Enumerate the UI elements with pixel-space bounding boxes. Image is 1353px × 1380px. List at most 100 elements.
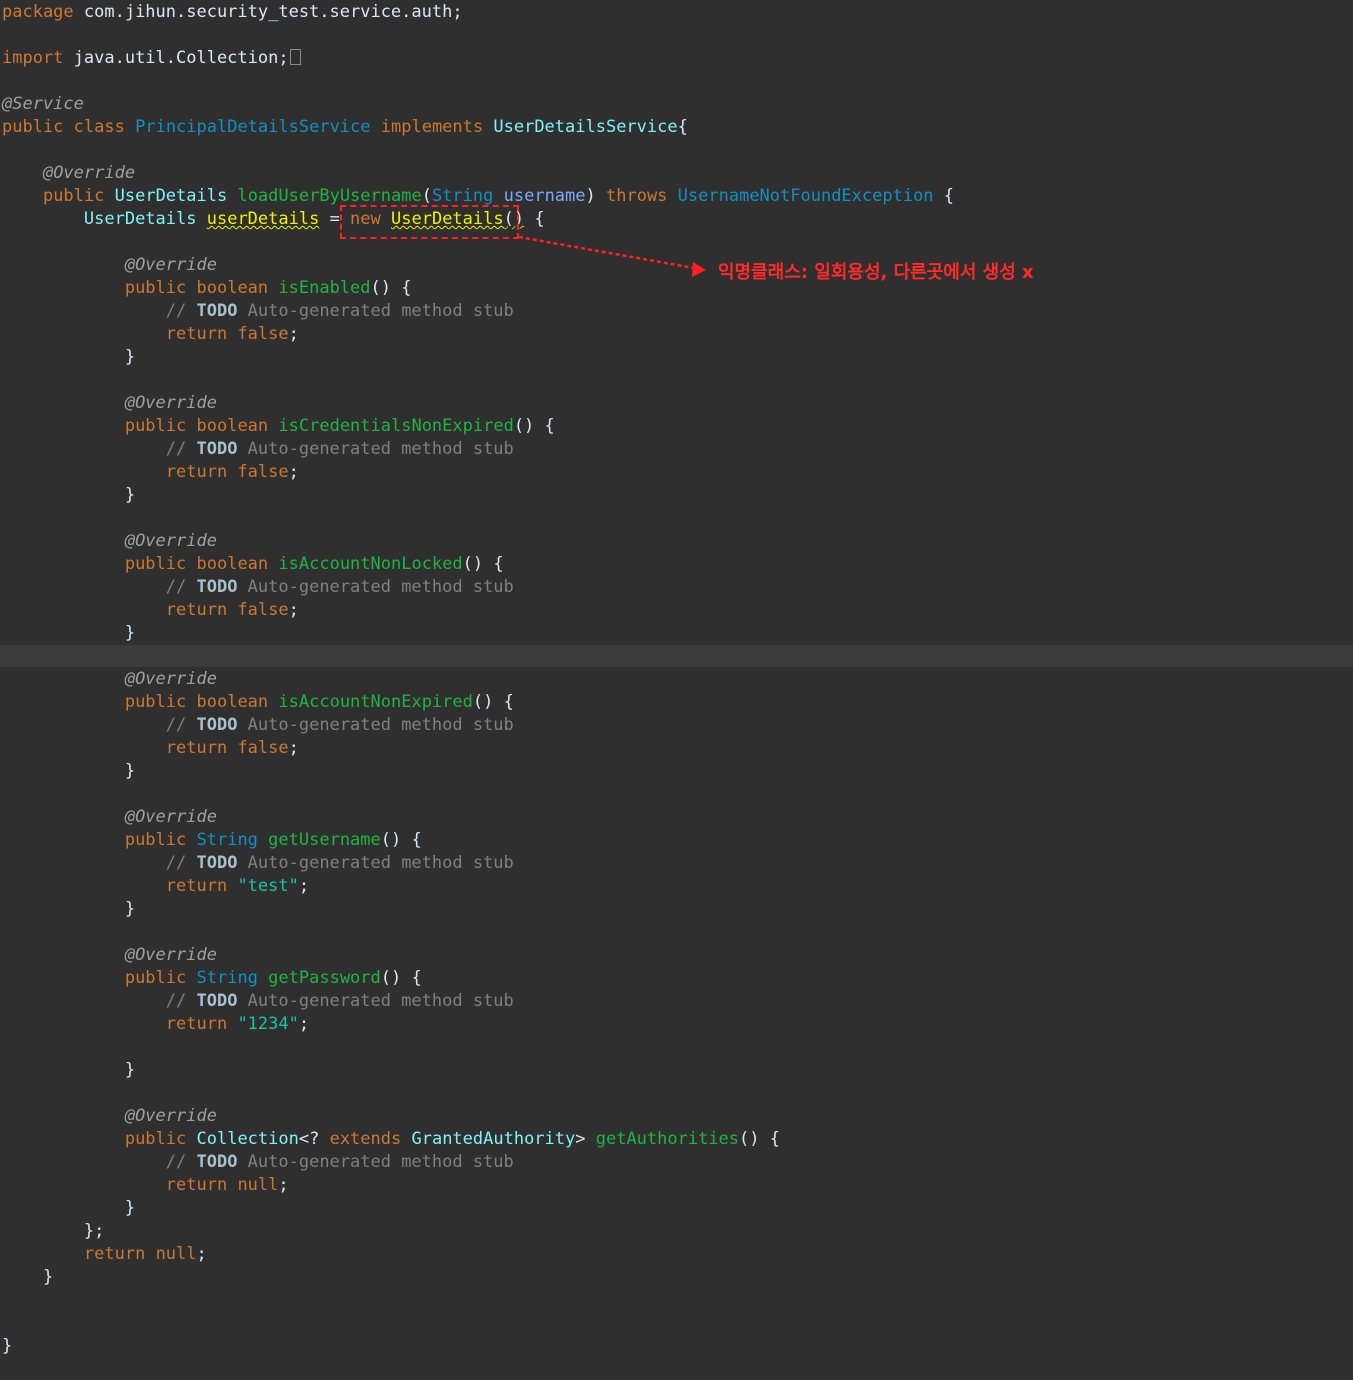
code-token: PrincipalDetailsService [135, 117, 371, 137]
code-token: { [933, 186, 955, 206]
code-token: ; [288, 462, 299, 482]
code-token: Auto-generated method stub [237, 853, 514, 873]
code-token: > [575, 1129, 596, 1149]
code-line: } [2, 1197, 135, 1220]
code-line: // TODO Auto-generated method stub [2, 852, 514, 875]
code-token: isEnabled [278, 278, 371, 298]
code-token: @Override [124, 1106, 217, 1126]
code-token: GrantedAuthority [411, 1129, 576, 1149]
code-token: "1234" [237, 1014, 299, 1034]
code-line: public boolean isAccountNonExpired() { [2, 691, 514, 714]
code-line: // TODO Auto-generated method stub [2, 438, 514, 461]
code-line: return false; [2, 323, 299, 346]
code-token: TODO [196, 577, 238, 597]
code-token: ; [288, 738, 299, 758]
code-token: public [124, 692, 187, 712]
code-token: package [2, 2, 74, 22]
code-line: public class PrincipalDetailsService imp… [2, 116, 688, 139]
code-token: String [431, 186, 494, 206]
code-editor[interactable]: package com.jihun.security_test.service.… [0, 0, 1353, 1380]
code-token: <? [298, 1129, 330, 1149]
code-line: return "test"; [2, 875, 309, 898]
code-line: return "1234"; [2, 1013, 309, 1036]
code-line: } [2, 622, 135, 645]
code-token: ( [421, 186, 432, 206]
code-token: @Override [124, 255, 217, 275]
code-token: getUsername [268, 830, 381, 850]
code-token: public [124, 278, 187, 298]
code-token: public [2, 117, 64, 137]
code-token: () { [380, 968, 422, 988]
code-token: } [2, 1198, 136, 1218]
code-line: } [2, 898, 135, 921]
code-line: @Override [2, 162, 135, 185]
code-token: boolean [196, 554, 269, 574]
code-token: ) [585, 186, 606, 206]
code-token: return [165, 738, 228, 758]
code-token: TODO [196, 439, 238, 459]
code-token: @Override [124, 531, 217, 551]
code-token: // [165, 1152, 197, 1172]
code-token: public [124, 1129, 187, 1149]
code-line: // TODO Auto-generated method stub [2, 300, 514, 323]
code-line: // TODO Auto-generated method stub [2, 714, 514, 737]
code-token: boolean [196, 416, 269, 436]
code-line: package com.jihun.security_test.service.… [2, 1, 463, 24]
code-token: isCredentialsNonExpired [278, 416, 514, 436]
code-token: () { [513, 416, 555, 436]
code-token: ; [288, 600, 299, 620]
code-line: } [2, 760, 135, 783]
code-token: Auto-generated method stub [237, 715, 514, 735]
code-token: UsernameNotFoundException [677, 186, 934, 206]
code-line: public String getPassword() { [2, 967, 422, 990]
code-line: // TODO Auto-generated method stub [2, 576, 514, 599]
code-line: } [2, 1266, 53, 1289]
code-token: return [165, 462, 228, 482]
code-token: public [124, 968, 187, 988]
code-token: } [2, 1060, 136, 1080]
code-token: } [2, 623, 136, 643]
code-line: @Override [2, 806, 217, 829]
code-token: throws [606, 186, 668, 206]
code-token: } [2, 761, 136, 781]
fold-marker-icon[interactable] [289, 49, 301, 65]
code-token: TODO [196, 1152, 238, 1172]
code-line: public String getUsername() { [2, 829, 422, 852]
code-line: return null; [2, 1243, 207, 1266]
code-token: { [524, 209, 545, 229]
code-token: TODO [196, 991, 238, 1011]
code-token: boolean [196, 278, 269, 298]
code-token: @Override [124, 945, 217, 965]
